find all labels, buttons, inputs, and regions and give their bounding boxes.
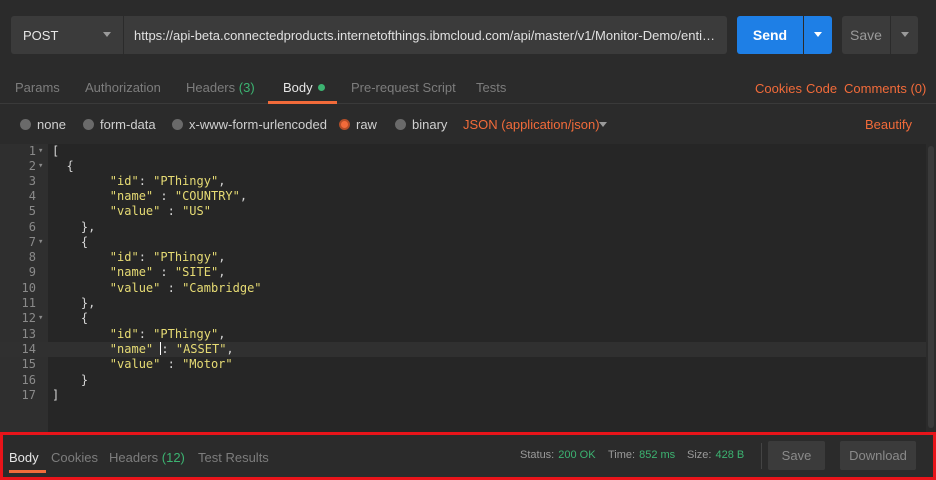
response-tab-headers-count: (12) [161,450,185,465]
tab-prerequest-script[interactable]: Pre-request Script [351,80,456,95]
active-response-tab-indicator [9,470,46,473]
radio-raw-label: raw [356,117,377,132]
time-readout: Time: 852 ms [608,449,675,461]
cookies-link[interactable]: Cookies [755,81,802,96]
radio-urlencoded[interactable]: x-www-form-urlencoded [172,117,327,132]
tab-body[interactable]: Body [283,80,325,95]
comments-link[interactable]: Comments (0) [844,81,926,96]
tab-headers-label: Headers [186,80,236,95]
radio-checked-icon [339,119,350,130]
time-label: Time: [608,449,636,461]
code-line: 12 ▾ { [21,311,89,326]
response-tab-headers[interactable]: Headers (12) [109,450,185,465]
send-button[interactable]: Send [737,16,803,54]
request-bar: POST https://api-beta.connectedproducts.… [0,0,936,68]
tab-headers[interactable]: Headers (3) [186,80,255,95]
method-select[interactable]: POST [11,16,123,54]
request-tabs: Params Authorization Headers (3) Body Pr… [0,70,936,104]
radio-none[interactable]: none [20,117,66,132]
tab-params[interactable]: Params [15,80,60,95]
text-cursor [160,342,162,355]
code-line: 5 "value" : "US" [28,204,211,218]
body-type-options: none form-data x-www-form-urlencoded raw… [0,108,936,142]
radio-binary-label: binary [412,117,448,132]
code-line: 8 "id": "PThingy", [28,250,226,264]
send-options-chevron-icon[interactable] [804,16,832,54]
status-label: Status: [520,449,555,461]
radio-circle-icon [20,119,31,130]
chevron-down-icon[interactable] [599,122,607,127]
code-line: 4 "name" : "COUNTRY", [28,189,248,203]
url-text: https://api-beta.connectedproducts.inter… [134,27,717,43]
response-tab-cookies[interactable]: Cookies [51,450,98,465]
body-indicator-dot-icon [317,84,325,91]
response-tab-headers-label: Headers [109,450,159,465]
method-label: POST [23,27,59,43]
code-line: 17 ] [21,388,60,402]
radio-form-data-label: form-data [100,117,156,132]
save-response-button[interactable]: Save [768,441,825,470]
download-button[interactable]: Download [840,441,916,470]
tab-body-label: Body [283,80,313,95]
status-value: 200 OK [558,449,596,461]
status-readout: Status: 200 OK [520,449,596,461]
radio-none-label: none [37,117,66,132]
radio-circle-icon [83,119,94,130]
size-label: Size: [687,449,712,461]
save-options-chevron-icon[interactable] [890,16,918,54]
radio-binary[interactable]: binary [395,117,447,132]
radio-raw[interactable]: raw [339,117,377,132]
active-tab-indicator [268,101,337,104]
divider [761,443,762,469]
radio-circle-icon [172,119,183,130]
radio-form-data[interactable]: form-data [83,117,156,132]
content-type-select[interactable]: JSON (application/json) [463,117,600,132]
code-line: 13 "id": "PThingy", [21,327,226,341]
response-tab-test-results[interactable]: Test Results [198,450,269,465]
code-line: 10 "value" : "Cambridge" [21,281,262,295]
chevron-down-icon [103,32,111,37]
tab-authorization[interactable]: Authorization [85,80,161,95]
save-request-button[interactable]: Save [842,16,890,54]
beautify-button[interactable]: Beautify [865,117,912,132]
code-line: 3 "id": "PThingy", [28,174,226,188]
url-input[interactable]: https://api-beta.connectedproducts.inter… [123,16,727,54]
radio-circle-icon [395,119,406,130]
code-link[interactable]: Code [806,81,837,96]
code-editor[interactable]: 1 ▾ [ 2 ▾ { 3 "id": "PThingy", 4 "name" … [0,144,926,432]
fold-arrow-icon[interactable]: ▾ [38,159,43,174]
tab-tests[interactable]: Tests [476,80,506,95]
response-bar: Body Cookies Headers (12) Test Results S… [0,432,936,480]
radio-urlencoded-label: x-www-form-urlencoded [189,117,327,132]
code-line: 7 ▾ { [28,235,89,250]
code-line: 1 ▾ [ [28,144,60,159]
code-line: 6 }, [28,220,96,234]
fold-arrow-icon[interactable]: ▾ [38,235,43,250]
editor-scrollbar-thumb[interactable] [928,146,934,428]
size-readout: Size: 428 B [687,449,744,461]
code-line: 9 "name" : "SITE", [28,265,226,279]
response-tab-body[interactable]: Body [9,450,39,465]
fold-arrow-icon[interactable]: ▾ [38,144,43,159]
code-line-active: 14 "name" : "ASSET", [0,342,926,357]
code-line: 11 }, [21,296,96,310]
code-line: 15 "value" : "Motor" [21,357,233,371]
time-value: 852 ms [639,449,676,461]
fold-arrow-icon[interactable]: ▾ [38,311,43,326]
code-line: 2 ▾ { [28,159,74,174]
size-value: 428 B [715,449,745,461]
code-line: 16 } [21,373,89,387]
tab-headers-count: (3) [238,80,255,95]
